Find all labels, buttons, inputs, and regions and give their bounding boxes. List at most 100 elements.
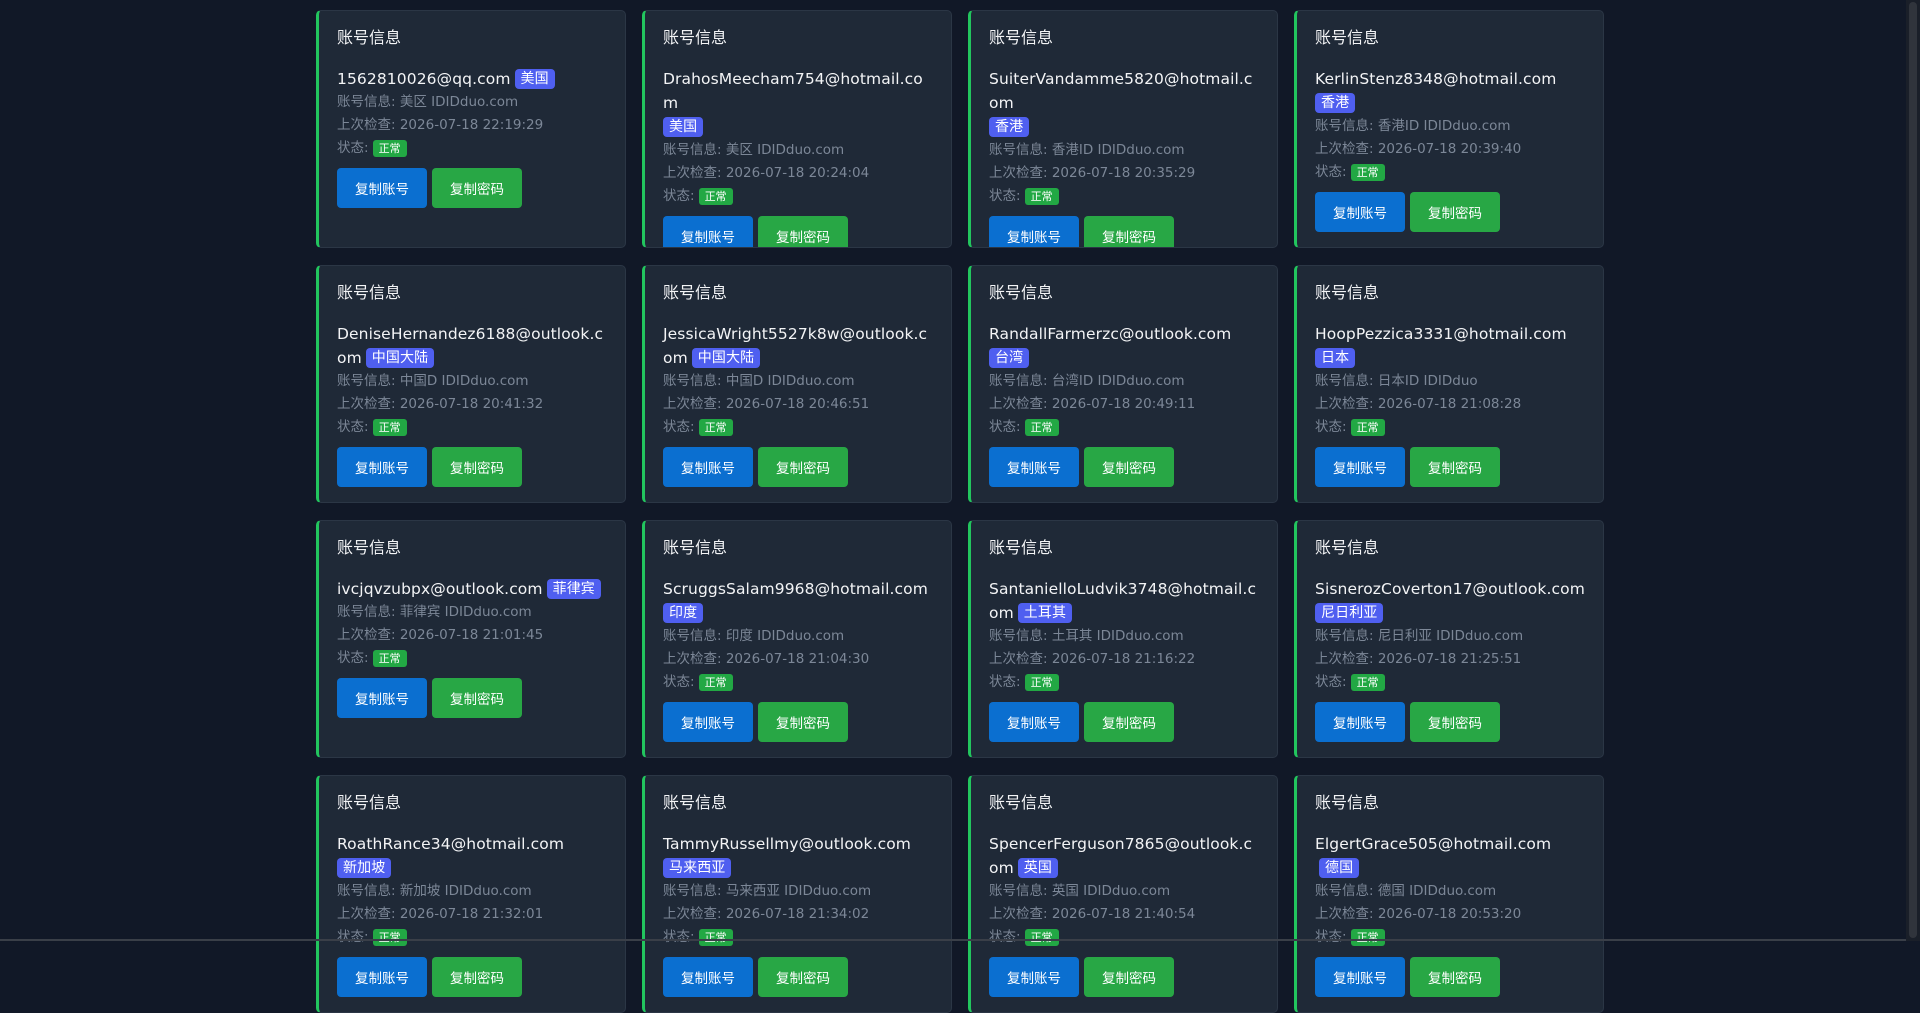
last-checked-label: 上次检查: [337,117,400,133]
account-card: 账号信息 JessicaWright5527k8w@outlook.com中国大… [642,265,952,503]
copy-account-button[interactable]: 复制账号 [663,216,753,248]
copy-password-button[interactable]: 复制密码 [1410,447,1500,487]
card-actions: 复制账号 复制密码 [337,957,607,997]
card-title: 账号信息 [989,28,1259,48]
card-title: 账号信息 [337,793,607,813]
copy-password-button[interactable]: 复制密码 [758,702,848,742]
card-actions: 复制账号 复制密码 [989,957,1259,997]
status-line: 状态:正常 [989,671,1259,694]
copy-password-button[interactable]: 复制密码 [758,957,848,997]
card-title: 账号信息 [989,538,1259,558]
copy-account-button[interactable]: 复制账号 [663,447,753,487]
last-checked: 上次检查: 2026-07-18 21:04:30 [663,648,933,671]
status-badge: 正常 [373,419,407,436]
copy-account-button[interactable]: 复制账号 [663,702,753,742]
copy-password-button[interactable]: 复制密码 [432,957,522,997]
account-info-value: 台湾ID IDIDduo.com [1052,373,1185,389]
last-checked-value: 2026-07-18 21:34:02 [726,906,869,922]
last-checked: 上次检查: 2026-07-18 21:08:28 [1315,393,1585,416]
last-checked-label: 上次检查: [663,396,726,412]
scrollbar-thumb[interactable] [1909,2,1917,938]
copy-password-button[interactable]: 复制密码 [758,216,848,248]
card-title: 账号信息 [1315,538,1585,558]
card-actions: 复制账号 复制密码 [337,678,607,718]
copy-password-button[interactable]: 复制密码 [1410,702,1500,742]
last-checked: 上次检查: 2026-07-18 21:32:01 [337,903,607,926]
copy-account-button[interactable]: 复制账号 [337,957,427,997]
copy-account-button[interactable]: 复制账号 [989,447,1079,487]
account-info-value: 印度 IDIDduo.com [726,628,844,644]
account-info-label: 账号信息: [989,628,1052,644]
copy-password-button[interactable]: 复制密码 [1084,216,1174,248]
card-title: 账号信息 [663,283,933,303]
account-card: 账号信息 SisnerozCoverton17@outlook.com尼日利亚 … [1294,520,1604,758]
account-card: 账号信息 ScruggsSalam9968@hotmail.com印度 账号信息… [642,520,952,758]
card-actions: 复制账号 复制密码 [989,447,1259,487]
status-badge: 正常 [1351,674,1385,691]
status-line: 状态:正常 [1315,161,1585,184]
account-info: 账号信息: 英国 IDIDduo.com [989,880,1259,903]
copy-account-button[interactable]: 复制账号 [1315,957,1405,997]
copy-password-button[interactable]: 复制密码 [1084,957,1174,997]
account-info-label: 账号信息: [1315,373,1378,389]
account-info: 账号信息: 尼日利亚 IDIDduo.com [1315,625,1585,648]
copy-account-button[interactable]: 复制账号 [1315,192,1405,232]
account-info: 账号信息: 马来西亚 IDIDduo.com [663,880,933,903]
vertical-scrollbar[interactable] [1906,0,1920,941]
card-title: 账号信息 [1315,28,1585,48]
copy-account-button[interactable]: 复制账号 [337,447,427,487]
account-info: 账号信息: 德国 IDIDduo.com [1315,880,1585,903]
account-info: 账号信息: 美区 IDIDduo.com [663,139,933,162]
account-info-label: 账号信息: [989,373,1052,389]
copy-password-button[interactable]: 复制密码 [1410,957,1500,997]
account-email: HoopPezzica3331@hotmail.com [1315,325,1567,343]
copy-password-button[interactable]: 复制密码 [1410,192,1500,232]
account-info-value: 土耳其 IDIDduo.com [1052,628,1184,644]
status-label: 状态: [989,419,1021,435]
status-line: 状态:正常 [989,926,1259,949]
status-badge: 正常 [1351,419,1385,436]
copy-account-button[interactable]: 复制账号 [1315,447,1405,487]
account-info-value: 香港ID IDIDduo.com [1378,118,1511,134]
status-label: 状态: [337,650,369,666]
copy-password-button[interactable]: 复制密码 [432,678,522,718]
copy-account-button[interactable]: 复制账号 [337,678,427,718]
account-info-label: 账号信息: [337,94,400,110]
account-email: TammyRussellmy@outlook.com [663,835,911,853]
last-checked: 上次检查: 2026-07-18 20:39:40 [1315,138,1585,161]
account-info: 账号信息: 土耳其 IDIDduo.com [989,625,1259,648]
account-info: 账号信息: 中国D IDIDduo.com [337,370,607,393]
copy-account-button[interactable]: 复制账号 [989,702,1079,742]
status-line: 状态:正常 [663,416,933,439]
account-email: 1562810026@qq.com [337,70,511,88]
card-actions: 复制账号 复制密码 [663,702,933,742]
account-info: 账号信息: 香港ID IDIDduo.com [1315,115,1585,138]
email-line: SpencerFerguson7865@outlook.com英国 [989,832,1259,880]
account-card: 账号信息 RoathRance34@hotmail.com新加坡 账号信息: 新… [316,775,626,1013]
account-info-value: 香港ID IDIDduo.com [1052,142,1185,158]
region-badge: 中国大陆 [692,348,760,368]
copy-account-button[interactable]: 复制账号 [1315,702,1405,742]
last-checked-label: 上次检查: [337,906,400,922]
copy-account-button[interactable]: 复制账号 [989,957,1079,997]
copy-account-button[interactable]: 复制账号 [663,957,753,997]
status-badge: 正常 [699,419,733,436]
status-badge: 正常 [373,650,407,667]
last-checked: 上次检查: 2026-07-18 20:49:11 [989,393,1259,416]
region-badge: 印度 [663,603,703,623]
copy-password-button[interactable]: 复制密码 [432,168,522,208]
region-badge: 台湾 [989,348,1029,368]
last-checked-value: 2026-07-18 21:01:45 [400,627,543,643]
copy-password-button[interactable]: 复制密码 [1084,447,1174,487]
copy-password-button[interactable]: 复制密码 [432,447,522,487]
account-info-value: 尼日利亚 IDIDduo.com [1378,628,1523,644]
copy-password-button[interactable]: 复制密码 [758,447,848,487]
copy-account-button[interactable]: 复制账号 [337,168,427,208]
copy-account-button[interactable]: 复制账号 [989,216,1079,248]
last-checked-label: 上次检查: [989,396,1052,412]
card-title: 账号信息 [337,28,607,48]
account-email: ElgertGrace505@hotmail.com [1315,835,1551,853]
region-badge: 尼日利亚 [1315,603,1383,623]
account-card: 账号信息 SantanielloLudvik3748@hotmail.com土耳… [968,520,1278,758]
copy-password-button[interactable]: 复制密码 [1084,702,1174,742]
